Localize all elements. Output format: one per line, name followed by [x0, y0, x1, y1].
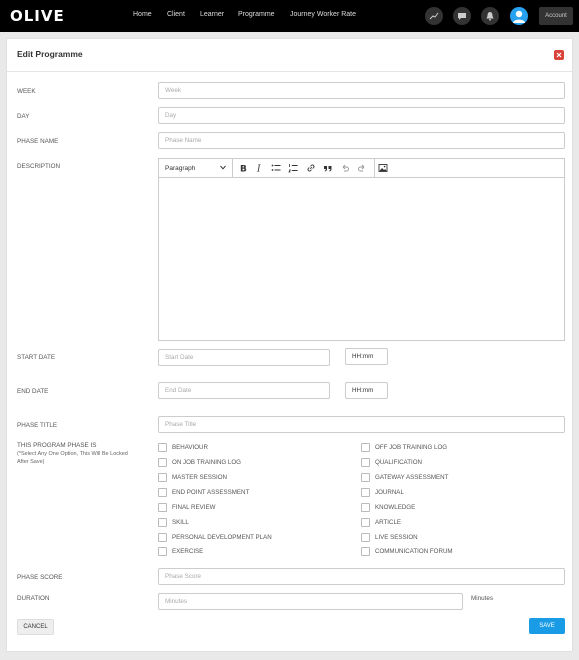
option-off-job-training-log[interactable]: OFF JOB TRAINING LOG: [361, 442, 447, 452]
checkbox[interactable]: [158, 532, 167, 542]
chart-icon[interactable]: [425, 7, 443, 25]
chat-icon[interactable]: [453, 7, 471, 25]
option-behaviour[interactable]: BEHAVIOUR: [158, 442, 208, 452]
checkbox[interactable]: [361, 472, 370, 482]
image-icon: [378, 164, 388, 172]
week-label: WEEK: [17, 88, 36, 95]
bulleted-list-icon: [271, 164, 281, 171]
italic-button[interactable]: I: [253, 162, 265, 174]
redo-button[interactable]: [356, 162, 368, 174]
close-button[interactable]: [554, 50, 564, 60]
end-time-input[interactable]: HH:mm: [345, 382, 388, 399]
start-date-label: START DATE: [17, 354, 56, 361]
nav-home[interactable]: Home: [133, 11, 152, 18]
blockquote-button[interactable]: [322, 162, 334, 174]
chevron-down-icon: [220, 165, 226, 170]
option-gateway-assessment[interactable]: GATEWAY ASSESSMENT: [361, 472, 448, 482]
svg-text:B: B: [240, 165, 247, 174]
start-date-input[interactable]: Start Date: [158, 349, 330, 366]
bell-icon[interactable]: [481, 7, 499, 25]
program-phase-label: THIS PROGRAM PHASE IS: [17, 442, 97, 449]
week-input[interactable]: Week: [158, 82, 565, 99]
day-label: DAY: [17, 113, 30, 120]
option-final-review[interactable]: FINAL REVIEW: [158, 502, 215, 512]
phase-score-label: PHASE SCORE: [17, 574, 63, 581]
option-article[interactable]: ARTICLE: [361, 517, 401, 527]
checkbox[interactable]: [158, 517, 167, 527]
paragraph-format-select[interactable]: Paragraph: [159, 159, 233, 177]
option-communication-forum[interactable]: COMMUNICATION FORUM: [361, 546, 453, 556]
start-time-input[interactable]: HH:mm: [345, 348, 388, 365]
checkbox[interactable]: [361, 502, 370, 512]
end-date-label: END DATE: [17, 388, 49, 395]
undo-button[interactable]: [339, 162, 351, 174]
option-qualification[interactable]: QUALIFICATION: [361, 457, 422, 467]
bold-icon: B: [240, 165, 247, 174]
description-label: DESCRIPTION: [17, 163, 61, 170]
bulleted-list-button[interactable]: [270, 162, 282, 174]
option-personal-development-plan[interactable]: PERSONAL DEVELOPMENT PLAN: [158, 532, 272, 542]
duration-label: DURATION: [17, 595, 50, 602]
editor-toolbar: Paragraph B I: [159, 159, 564, 178]
option-master-session[interactable]: MASTER SESSION: [158, 472, 227, 482]
option-skill[interactable]: SKILL: [158, 517, 189, 527]
paragraph-format-value: Paragraph: [165, 164, 196, 172]
checkbox[interactable]: [158, 457, 167, 467]
checkbox[interactable]: [158, 472, 167, 482]
checkbox[interactable]: [158, 502, 167, 512]
save-button[interactable]: SAVE: [529, 618, 565, 634]
quote-icon: [324, 166, 332, 172]
option-exercise[interactable]: EXERCISE: [158, 546, 203, 556]
day-input[interactable]: Day: [158, 107, 565, 124]
avatar[interactable]: [510, 7, 528, 25]
checkbox[interactable]: [361, 546, 370, 556]
program-phase-note: (*Select Any One Option, This Will Be Lo…: [17, 451, 128, 465]
redo-icon: [358, 164, 365, 172]
nav-client[interactable]: Client: [167, 11, 185, 18]
edit-programme-panel: Edit Programme WEEK Week DAY Day PHASE N…: [6, 38, 573, 652]
nav-programme[interactable]: Programme: [238, 11, 275, 18]
checkbox[interactable]: [361, 442, 370, 452]
option-knowledge[interactable]: KNOWLEDGE: [361, 502, 415, 512]
numbered-list-button[interactable]: [287, 162, 299, 174]
phase-name-label: PHASE NAME: [17, 138, 59, 145]
checkbox[interactable]: [361, 532, 370, 542]
checkbox[interactable]: [361, 457, 370, 467]
svg-text:I: I: [256, 165, 261, 174]
checkbox[interactable]: [158, 442, 167, 452]
checkbox[interactable]: [158, 487, 167, 497]
app-logo[interactable]: OLIVE: [10, 7, 65, 25]
checkbox[interactable]: [361, 487, 370, 497]
duration-unit: Minutes: [471, 595, 494, 602]
option-on-job-training-log[interactable]: ON JOB TRAINING LOG: [158, 457, 241, 467]
checkbox[interactable]: [158, 546, 167, 556]
option-journal[interactable]: JOURNAL: [361, 487, 404, 497]
title-divider: [7, 71, 572, 72]
option-end-point-assessment[interactable]: END POINT ASSESSMENT: [158, 487, 249, 497]
phase-name-input[interactable]: Phase Name: [158, 132, 565, 149]
description-editor: Paragraph B I: [158, 158, 565, 341]
undo-icon: [342, 164, 349, 172]
insert-image-button[interactable]: [377, 162, 389, 174]
account-button[interactable]: Account: [539, 7, 573, 25]
end-date-input[interactable]: End Date: [158, 382, 330, 399]
italic-icon: I: [256, 165, 261, 174]
numbered-list-icon: [288, 164, 298, 173]
duration-input[interactable]: Minutes: [158, 593, 463, 610]
link-button[interactable]: [305, 162, 317, 174]
page-title: Edit Programme: [17, 49, 83, 59]
nav-learner[interactable]: Learner: [200, 11, 224, 18]
phase-title-label: PHASE TITLE: [17, 422, 58, 429]
phase-title-input[interactable]: Phase Title: [158, 416, 565, 433]
phase-score-input[interactable]: Phase Score: [158, 568, 565, 585]
nav-journey-worker-rate[interactable]: Journey Worker Rate: [290, 11, 356, 18]
bold-button[interactable]: B: [237, 162, 249, 174]
close-icon: [556, 52, 562, 58]
toolbar-divider: [374, 159, 375, 177]
link-icon: [307, 164, 315, 172]
top-navbar: OLIVE Home Client Learner Programme Jour…: [0, 0, 579, 32]
checkbox[interactable]: [361, 517, 370, 527]
option-live-session[interactable]: LIVE SESSION: [361, 532, 418, 542]
cancel-button[interactable]: CANCEL: [17, 619, 54, 635]
